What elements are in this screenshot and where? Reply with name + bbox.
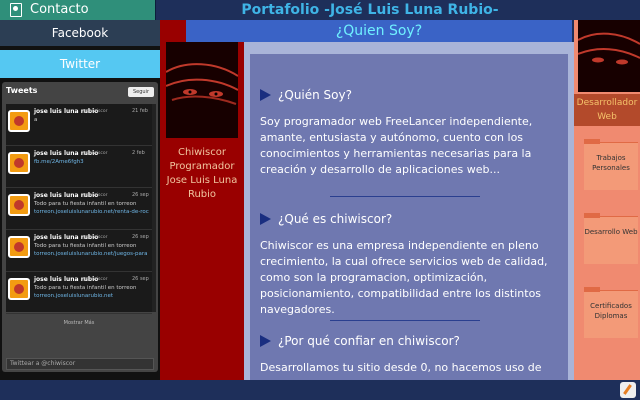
profile-name: Chiwiscor Programador Jose Luis Luna Rub… xyxy=(166,147,238,200)
folder-tab-icon xyxy=(584,213,600,218)
role-label: Desarrollador Web xyxy=(574,94,640,126)
tweet-item[interactable]: jose luis luna rubio @chiwiscor 21 feb a xyxy=(6,104,152,146)
profile-image xyxy=(166,42,238,138)
tweet-handle[interactable]: @chiwiscor xyxy=(82,193,107,198)
contact-button[interactable]: Contacto xyxy=(0,0,156,20)
tweet-link[interactable]: torreon.joseluislunarubio.net/renta-de-r… xyxy=(34,209,152,215)
avatar[interactable] xyxy=(8,278,30,300)
tweet-to-input[interactable]: Twittear a @chiwiscor xyxy=(6,358,154,370)
divider xyxy=(330,320,480,321)
folder-certificados-diplomas[interactable]: Certificados Diplomas xyxy=(584,287,638,338)
divider xyxy=(330,196,480,197)
tweet-time[interactable]: 26 sep xyxy=(132,234,149,240)
twitter-widget: Tweets Seguir jose luis luna rubio @chiw… xyxy=(2,82,158,372)
section-heading: ¿Por qué confiar en chiwiscor? xyxy=(260,334,460,348)
tweet-item[interactable]: jose luis luna rubio @chiwiscor 26 sep T… xyxy=(6,188,152,230)
section-body: Chiwiscor es una empresa independiente e… xyxy=(260,239,548,316)
tweet-handle[interactable]: @chiwiscor xyxy=(82,109,107,114)
avatar[interactable] xyxy=(8,236,30,258)
section-heading-text: ¿Qué es chiwiscor? xyxy=(278,212,393,226)
folder-label: Desarrollo Web xyxy=(584,228,638,236)
tweet-time[interactable]: 21 feb xyxy=(132,108,148,114)
facebook-tab[interactable]: Facebook xyxy=(0,20,160,46)
section-body: Desarrollamos tu sitio desde 0, no hacem… xyxy=(260,361,542,374)
folder-tab-icon xyxy=(584,287,600,292)
tweet-text: a xyxy=(34,117,38,123)
section-header: ¿Quien Soy? xyxy=(186,20,572,42)
triangle-bullet-icon xyxy=(260,335,271,347)
widget-title: Tweets xyxy=(6,86,38,95)
social-sidebar: Facebook Twitter Tweets Seguir jose luis… xyxy=(0,20,160,380)
folder-desarrollo-web[interactable]: Desarrollo Web xyxy=(584,213,638,264)
folder-label: Trabajos Personales xyxy=(592,154,630,172)
folder-label: Certificados Diplomas xyxy=(590,302,632,320)
section-heading-text: ¿Por qué confiar en chiwiscor? xyxy=(278,334,460,348)
tweet-item[interactable]: jose luis luna rubio @chiwiscor 26 sep T… xyxy=(6,230,152,272)
show-more-button[interactable]: Mostrar Más xyxy=(6,316,152,330)
content-panel[interactable]: ¿Quién Soy? Soy programador web FreeLanc… xyxy=(250,54,568,384)
tweet-link[interactable]: fb.me/2Ame6fgh3 xyxy=(34,159,152,165)
avatar[interactable] xyxy=(8,152,30,174)
contact-label: Contacto xyxy=(30,2,89,17)
tweet-link[interactable]: torreon.joseluislunarubio.net xyxy=(34,293,152,299)
tweet-item[interactable]: jose luis luna rubio @chiwiscor 26 sep T… xyxy=(6,272,152,314)
tweet-item[interactable]: jose luis luna rubio @chiwiscor 2 feb fb… xyxy=(6,146,152,188)
tweet-time[interactable]: 26 sep xyxy=(132,276,149,282)
tweet-scrollbar[interactable] xyxy=(152,104,156,312)
right-image xyxy=(578,20,640,92)
follow-button[interactable]: Seguir xyxy=(128,87,154,97)
folder-trabajos-personales[interactable]: Trabajos Personales xyxy=(584,139,638,190)
tweet-text: Todo para tu fiesta infantil en torreon xyxy=(34,243,137,249)
tweet-handle[interactable]: @chiwiscor xyxy=(82,151,107,156)
folder-tab-icon xyxy=(584,139,600,144)
section-body: Soy programador web FreeLancer independi… xyxy=(260,115,533,176)
tweet-link[interactable]: torreon.joseluislunarubio.net/juegos-par… xyxy=(34,251,152,257)
avatar[interactable] xyxy=(8,110,30,132)
triangle-bullet-icon xyxy=(260,213,271,225)
section-heading: ¿Qué es chiwiscor? xyxy=(260,212,392,226)
tweet-text: Todo para tu fiesta infantil en torreon xyxy=(34,285,137,291)
tweet-handle[interactable]: @chiwiscor xyxy=(82,235,107,240)
tweet-time[interactable]: 2 feb xyxy=(132,150,145,156)
avatar[interactable] xyxy=(8,194,30,216)
profile-column: Chiwiscor Programador Jose Luis Luna Rub… xyxy=(160,20,244,380)
content-frame: ¿Quién Soy? Soy programador web FreeLanc… xyxy=(244,42,574,384)
bottom-bar xyxy=(0,380,640,400)
tweet-text: Todo para tu fiesta infantil en torreon xyxy=(34,201,137,207)
right-column: Desarrollador Web Trabajos Personales De… xyxy=(574,20,640,380)
page-title: Portafolio -José Luis Luna Rubio- xyxy=(241,2,499,18)
section-heading: ¿Quién Soy? xyxy=(260,88,352,102)
twitter-tab[interactable]: Twitter xyxy=(0,50,160,78)
contact-card-icon xyxy=(10,3,22,17)
tweet-handle[interactable]: @chiwiscor xyxy=(82,277,107,282)
tweet-list[interactable]: jose luis luna rubio @chiwiscor 21 feb a… xyxy=(6,104,152,314)
section-heading-text: ¿Quién Soy? xyxy=(278,88,352,102)
pencil-icon[interactable] xyxy=(620,382,636,398)
triangle-bullet-icon xyxy=(260,89,271,101)
tweet-time[interactable]: 26 sep xyxy=(132,192,149,198)
